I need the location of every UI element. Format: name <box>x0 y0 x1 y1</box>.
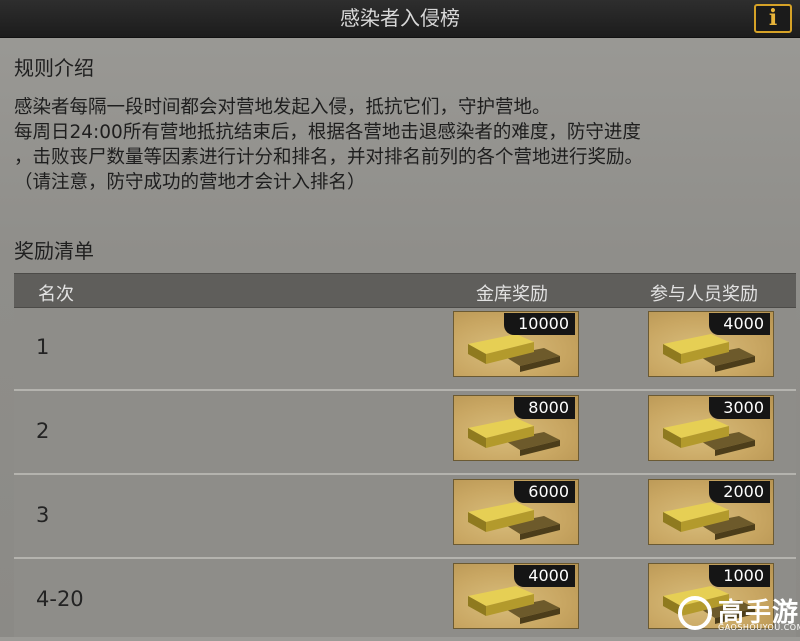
member-amount: 3000 <box>709 397 770 419</box>
watermark: 高手游 GAOSHOUYOU.COM <box>676 592 800 637</box>
rules-line: ，击败丧尸数量等因素进行计分和排名，并对排名前列的各个营地进行奖励。 <box>14 147 644 168</box>
info-button[interactable]: i <box>754 4 792 33</box>
rank-label: 1 <box>36 335 50 359</box>
member-reward-slot[interactable]: 2000 <box>648 479 774 545</box>
vault-reward-slot[interactable]: 10000 <box>453 311 579 377</box>
member-reward-slot[interactable]: 3000 <box>648 395 774 461</box>
page-title: 感染者入侵榜 <box>340 6 460 30</box>
column-header-member: 参与人员奖励 <box>650 284 758 305</box>
member-reward-slot[interactable]: 4000 <box>648 311 774 377</box>
table-row: 3 6000 2000 <box>14 475 796 559</box>
vault-reward-slot[interactable]: 4000 <box>453 563 579 629</box>
rules-text: 感染者每隔一段时间都会对营地发起入侵，抵抗它们，守护营地。 每周日24:00所有… <box>14 95 794 195</box>
rules-line: 每周日24:00所有营地抵抗结束后，根据各营地击退感染者的难度，防守进度 <box>14 122 641 143</box>
vault-amount: 10000 <box>504 313 575 335</box>
column-header-rank: 名次 <box>38 284 74 305</box>
rank-label: 4-20 <box>36 587 84 611</box>
vault-amount: 4000 <box>514 565 575 587</box>
table-row: 2 8000 3000 <box>14 391 796 475</box>
member-amount: 2000 <box>709 481 770 503</box>
watermark-logo-icon <box>678 596 712 630</box>
title-bar: 感染者入侵榜 i <box>0 0 800 38</box>
member-amount: 1000 <box>709 565 770 587</box>
member-amount: 4000 <box>709 313 770 335</box>
rewards-heading: 奖励清单 <box>14 239 94 263</box>
rules-heading: 规则介绍 <box>14 56 94 80</box>
vault-amount: 8000 <box>514 397 575 419</box>
watermark-domain: GAOSHOUYOU.COM <box>718 623 800 632</box>
table-header: 名次 金库奖励 参与人员奖励 <box>14 273 796 308</box>
rules-line: 感染者每隔一段时间都会对营地发起入侵，抵抗它们，守护营地。 <box>14 97 551 118</box>
vault-reward-slot[interactable]: 8000 <box>453 395 579 461</box>
table-row: 1 10000 4000 <box>14 307 796 391</box>
rank-label: 3 <box>36 503 50 527</box>
rewards-table: 名次 金库奖励 参与人员奖励 1 10000 4000 2 8000 3000 … <box>14 273 796 637</box>
rank-label: 2 <box>36 419 50 443</box>
vault-reward-slot[interactable]: 6000 <box>453 479 579 545</box>
vault-amount: 6000 <box>514 481 575 503</box>
column-header-vault: 金库奖励 <box>476 284 548 305</box>
rules-line: （请注意，防守成功的营地才会计入排名） <box>14 172 366 193</box>
